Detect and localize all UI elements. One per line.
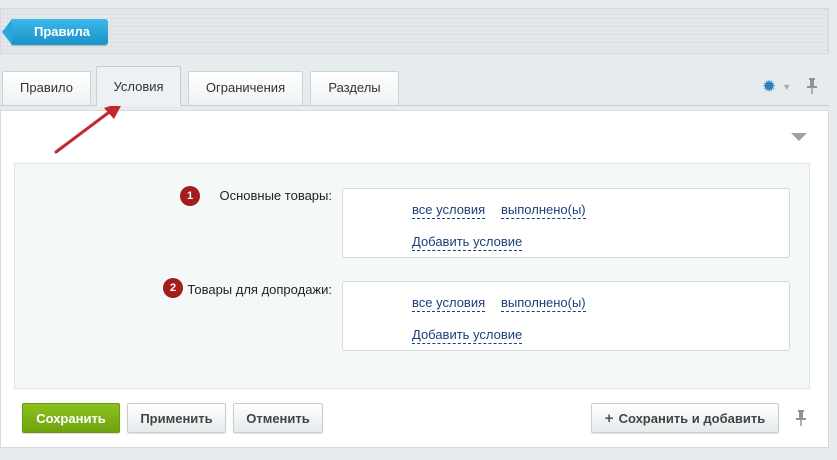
tab-conditions[interactable]: Условия xyxy=(96,66,181,106)
step-badge-1: 1 xyxy=(180,186,200,206)
main-goods-fulfilled-link[interactable]: выполнено(ы) xyxy=(501,202,586,219)
main-goods-all-conditions-link[interactable]: все условия xyxy=(412,202,486,219)
upsell-goods-all-conditions-link[interactable]: все условия xyxy=(412,295,486,312)
upsell-goods-label: Товары для допродажи: xyxy=(187,282,332,297)
main-goods-label: Основные товары: xyxy=(219,188,332,203)
main-goods-condition-box xyxy=(342,188,790,258)
apply-button[interactable]: Применить xyxy=(127,403,226,433)
collapse-triangle-icon[interactable] xyxy=(791,133,807,141)
header-bar: Правила xyxy=(0,8,829,54)
save-and-add-label: Сохранить и добавить xyxy=(618,411,766,426)
upsell-goods-condition-box xyxy=(342,281,790,351)
gear-icon[interactable]: ✹ xyxy=(762,78,776,96)
back-to-rules-button[interactable]: Правила xyxy=(2,19,108,45)
save-button[interactable]: Сохранить xyxy=(22,403,120,433)
annotation-arrow-icon xyxy=(54,102,123,154)
pin-icon[interactable] xyxy=(795,410,807,430)
tab-restrictions[interactable]: Ограничения xyxy=(188,71,303,105)
step-badge-2: 2 xyxy=(163,278,183,298)
save-and-add-button[interactable]: + Сохранить и добавить xyxy=(591,403,779,433)
pin-icon[interactable] xyxy=(806,78,818,98)
cancel-button[interactable]: Отменить xyxy=(233,403,323,433)
tab-sections[interactable]: Разделы xyxy=(310,71,399,105)
upsell-goods-fulfilled-link[interactable]: выполнено(ы) xyxy=(501,295,586,312)
plus-icon: + xyxy=(604,410,614,427)
chevron-down-icon[interactable]: ▼ xyxy=(782,82,791,92)
tab-tools: ✹ ▼ xyxy=(762,78,791,96)
main-goods-add-condition-link[interactable]: Добавить условие xyxy=(412,234,523,251)
upsell-goods-add-condition-link[interactable]: Добавить условие xyxy=(412,327,523,344)
